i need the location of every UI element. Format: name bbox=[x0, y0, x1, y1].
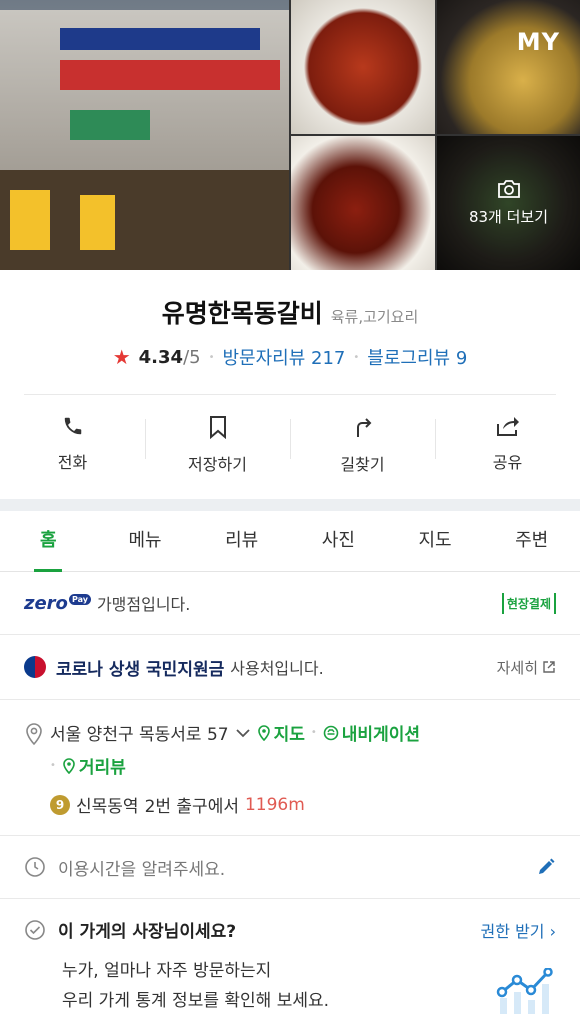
zero-pay-row: zero Pay 가맹점입니다. 현장결제 bbox=[0, 572, 580, 635]
save-label: 저장하기 bbox=[188, 455, 247, 474]
tab-photos[interactable]: 사진 bbox=[290, 511, 387, 571]
zero-pay-logo: zero Pay bbox=[24, 593, 91, 614]
food-photo-sweet-chicken[interactable] bbox=[291, 136, 435, 270]
place-summary: 유명한목동갈비 육류,고기요리 ★ 4.34/5 • 방문자리뷰 217 • 블… bbox=[0, 270, 580, 499]
statistics-chart-icon bbox=[496, 968, 553, 1014]
section-gap bbox=[0, 499, 580, 511]
separator-dot: • bbox=[310, 727, 317, 738]
tab-reviews[interactable]: 리뷰 bbox=[193, 511, 290, 571]
call-label: 전화 bbox=[57, 453, 88, 472]
check-circle-icon bbox=[25, 919, 45, 940]
visitor-reviews-link[interactable]: 방문자리뷰 217 bbox=[223, 344, 346, 370]
tab-nearby[interactable]: 주변 bbox=[483, 511, 580, 571]
save-button[interactable]: 저장하기 bbox=[145, 405, 290, 475]
rating-score: 4.34 bbox=[138, 346, 184, 368]
hours-prompt: 이용시간을 알려주세요. bbox=[58, 859, 226, 880]
camera-icon bbox=[497, 180, 520, 198]
bookmark-icon bbox=[209, 416, 226, 439]
chevron-down-icon[interactable] bbox=[235, 727, 251, 739]
tab-menu[interactable]: 메뉴 bbox=[97, 511, 194, 571]
details-label: 자세히 bbox=[496, 658, 538, 677]
corona-support-row[interactable]: 코로나 상생 국민지원금 사용처입니다. 자세히 bbox=[0, 635, 580, 700]
place-name: 유명한목동갈비 bbox=[161, 299, 323, 328]
blog-reviews-link[interactable]: 블로그리뷰 9 bbox=[367, 344, 467, 370]
subway-info: 9 신목동역 2번 출구에서 1196m bbox=[50, 792, 556, 817]
station-exit: 2번 출구에서 bbox=[144, 797, 239, 817]
storefront-photo[interactable] bbox=[0, 0, 289, 270]
business-hours-row[interactable]: 이용시간을 알려주세요. bbox=[0, 836, 580, 899]
tab-bar: 홈 메뉴 리뷰 사진 지도 주변 bbox=[0, 511, 580, 572]
more-photos-label: 83개 더보기 bbox=[468, 208, 549, 226]
tab-map[interactable]: 지도 bbox=[387, 511, 484, 571]
separator-dot: • bbox=[208, 351, 215, 363]
subway-line-badge: 9 bbox=[50, 794, 70, 815]
address-section: 서울 양천구 목동서로 57 지도 • 내비게이션 • 거리뷰 9 신목동역 2… bbox=[0, 700, 580, 836]
edit-pencil-icon[interactable] bbox=[536, 857, 556, 877]
map-pin-icon bbox=[257, 724, 270, 741]
zero-pay-text: 가맹점입니다. bbox=[96, 595, 191, 614]
place-detail: 홈 메뉴 리뷰 사진 지도 주변 zero Pay 가맹점입니다. 현장결제 코로… bbox=[0, 511, 580, 1036]
navigation-link[interactable]: 내비게이션 bbox=[323, 720, 420, 745]
station-distance: 1196m bbox=[244, 794, 305, 815]
place-category: 육류,고기요리 bbox=[330, 308, 419, 326]
street-view-link[interactable]: 거리뷰 bbox=[62, 753, 126, 778]
rating-max: /5 bbox=[183, 346, 201, 368]
photo-gallery[interactable]: MY 83개 더보기 bbox=[0, 0, 580, 270]
corona-support-text: 사용처입니다. bbox=[230, 659, 324, 678]
call-button[interactable]: 전화 bbox=[0, 405, 145, 475]
location-pin-icon bbox=[26, 723, 42, 746]
food-photo-noodles[interactable] bbox=[291, 0, 435, 134]
separator-dot: • bbox=[353, 351, 360, 363]
onsite-payment-badge: 현장결제 bbox=[501, 592, 556, 614]
more-photos-button[interactable]: 83개 더보기 bbox=[437, 178, 580, 227]
owner-desc-line2: 우리 가게 통계 정보를 확인해 보세요. bbox=[62, 991, 330, 1011]
star-icon: ★ bbox=[112, 345, 131, 369]
phone-icon bbox=[64, 417, 81, 435]
directions-icon bbox=[356, 418, 371, 437]
map-link[interactable]: 지도 bbox=[257, 720, 305, 745]
owner-desc-line1: 누가, 얼마나 자주 방문하는지 bbox=[62, 961, 272, 981]
address-text: 서울 양천구 목동서로 57 bbox=[50, 725, 229, 745]
corona-support-title: 코로나 상생 국민지원금 bbox=[56, 659, 225, 680]
directions-button[interactable]: 길찾기 bbox=[290, 405, 435, 475]
my-button[interactable]: MY bbox=[517, 28, 560, 56]
rating-row: ★ 4.34/5 • 방문자리뷰 217 • 블로그리뷰 9 bbox=[0, 344, 580, 370]
claim-ownership-link[interactable]: 권한 받기 › bbox=[481, 918, 556, 942]
car-icon bbox=[323, 725, 339, 740]
share-label: 공유 bbox=[492, 453, 523, 472]
directions-label: 길찾기 bbox=[340, 455, 385, 474]
government-emblem-icon bbox=[24, 656, 46, 678]
owner-claim-section: 이 가게의 사장님이세요? 권한 받기 › 누가, 얼마나 자주 방문하는지 우… bbox=[0, 899, 580, 1036]
food-photo-stew[interactable] bbox=[437, 0, 580, 134]
street-view-pin-icon bbox=[63, 757, 75, 774]
clock-icon bbox=[25, 857, 45, 877]
action-bar: 전화 저장하기 길찾기 공유 bbox=[0, 395, 580, 499]
tab-home[interactable]: 홈 bbox=[0, 511, 97, 571]
details-link[interactable]: 자세히 bbox=[497, 657, 556, 678]
separator-dot: • bbox=[50, 760, 56, 771]
share-button[interactable]: 공유 bbox=[435, 405, 580, 475]
share-icon bbox=[496, 417, 519, 436]
owner-question: 이 가게의 사장님이세요? bbox=[58, 922, 237, 942]
station-name: 신목동역 bbox=[76, 797, 139, 817]
external-link-icon bbox=[543, 661, 555, 673]
